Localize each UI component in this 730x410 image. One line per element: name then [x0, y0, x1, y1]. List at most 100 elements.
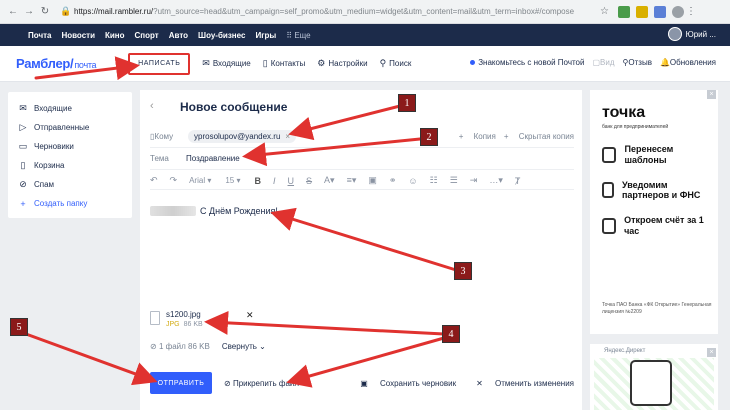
redo-icon[interactable]: ↷	[170, 175, 178, 186]
view-toggle[interactable]: ▢ Вид	[592, 58, 614, 67]
inbox-link[interactable]: ✉ Входящие	[202, 58, 250, 69]
subject-row: Тема Поздравление	[150, 148, 574, 170]
remove-recipient-icon[interactable]: ×	[285, 132, 290, 141]
view-icon: ▢	[592, 58, 601, 67]
sidebar-item-trash[interactable]: ▯ Корзина	[18, 156, 132, 175]
message-body[interactable]: С Днём Рождения!	[150, 206, 278, 216]
star-icon[interactable]: ☆	[600, 6, 612, 18]
remove-file-icon[interactable]: ✕	[246, 310, 254, 321]
inbox-icon: ✉	[19, 103, 27, 113]
compose-button[interactable]: НАПИСАТЬ	[128, 52, 191, 75]
ad-feature: Откроем счёт за 1 час	[602, 215, 706, 237]
image-icon[interactable]: ▣	[368, 175, 377, 186]
underline-icon[interactable]: U	[288, 176, 295, 186]
reload-icon[interactable]: ↻	[38, 5, 52, 19]
back-icon[interactable]: ‹	[150, 100, 154, 112]
back-arrow-icon[interactable]: ←	[6, 5, 20, 19]
file-name[interactable]: s1200.jpg	[166, 310, 203, 319]
to-label-text: Кому	[154, 132, 174, 141]
extension-icon-2[interactable]	[636, 5, 648, 18]
nav-item[interactable]: Игры	[255, 31, 276, 40]
compose-panel: ‹ Новое сообщение ▯ Кому yprosolupov@yan…	[140, 90, 582, 410]
to-label[interactable]: ▯ Кому	[150, 132, 188, 141]
collapse-button[interactable]: Свернуть ⌄	[222, 342, 266, 351]
cc-link[interactable]: + Копия	[459, 132, 496, 141]
ad-close-icon[interactable]: ×	[707, 348, 716, 357]
new-mail-link[interactable]: Знакомьтесь с новой Почтой	[470, 58, 584, 67]
address-bar[interactable]: https://mail.rambler.ru/?utm_source=head…	[74, 7, 594, 16]
nav-item[interactable]: Новости	[61, 31, 95, 40]
recipient-chip[interactable]: yprosolupov@yandex.ru ×	[188, 130, 297, 143]
settings-link[interactable]: ⚙ Настройки	[317, 58, 367, 69]
updates-label: Обновления	[669, 58, 716, 67]
ad-close-icon[interactable]: ×	[707, 90, 716, 99]
sidebar-item-sent[interactable]: ▷ Отправленные	[18, 118, 132, 137]
nav-item[interactable]: Авто	[169, 31, 188, 40]
nav-item[interactable]: Шоу-бизнес	[198, 31, 245, 40]
updates-link[interactable]: 🔔 Обновления	[660, 58, 716, 67]
attach-label: Прикрепить файл	[232, 378, 300, 388]
rambler-logo[interactable]: Рамблер/почта	[16, 56, 97, 71]
sidebar-item-inbox[interactable]: ✉ Входящие	[18, 99, 132, 118]
save-draft-button[interactable]: ▣ Сохранить черновик	[350, 379, 456, 388]
create-folder-button[interactable]: + Создать папку	[18, 194, 132, 213]
undo-icon[interactable]: ↶	[150, 175, 158, 186]
ad-feature-text: Уведомим партнеров и ФНС	[621, 179, 701, 201]
text-color-icon[interactable]: A▾	[324, 175, 335, 186]
clear-format-icon[interactable]: Ⱦ	[515, 176, 521, 186]
paperclip-icon: ⊘	[224, 378, 233, 388]
nav-item[interactable]: Кино	[105, 31, 125, 40]
size-select[interactable]: 15 ▾	[225, 176, 240, 185]
contacts-link-label: Контакты	[270, 59, 306, 68]
link-icon[interactable]: ⚭	[389, 175, 397, 186]
more-icon[interactable]: …▾	[489, 175, 503, 186]
bcc-label: Скрытая копия	[518, 132, 574, 141]
menu-dots-icon[interactable]: ⋮	[684, 5, 698, 19]
list-bullet-icon[interactable]: ☰	[450, 175, 458, 186]
annotation-badge: 3	[454, 262, 472, 280]
copy-links: + Копия + Скрытая копия	[451, 132, 574, 141]
list-ordered-icon[interactable]: ☷	[430, 175, 438, 186]
strikethrough-icon[interactable]: S	[306, 176, 312, 186]
bcc-link[interactable]: + Скрытая копия	[504, 132, 574, 141]
forward-arrow-icon[interactable]: →	[22, 5, 36, 19]
font-select[interactable]: Arial ▾	[189, 176, 211, 185]
extension-icon-3[interactable]	[654, 5, 666, 18]
emoji-icon[interactable]: ☺	[408, 176, 417, 186]
sent-icon: ▷	[19, 122, 27, 132]
indent-icon[interactable]: ⇥	[470, 175, 478, 186]
attachment-item: s1200.jpg JPG 86 KB ✕	[150, 310, 254, 328]
inbox-link-label: Входящие	[212, 59, 251, 68]
page-title: Новое сообщение	[180, 100, 288, 114]
font-value: Arial	[189, 176, 206, 185]
feedback-link[interactable]: ⚲ Отзыв	[623, 58, 652, 67]
draft-actions: ▣ Сохранить черновик ✕ Отменить изменени…	[340, 379, 574, 388]
subject-input[interactable]: Поздравление	[186, 154, 240, 163]
search-link[interactable]: ⚲ Поиск	[380, 58, 412, 69]
contacts-icon: ▯	[262, 58, 268, 68]
sidebar-item-drafts[interactable]: ▭ Черновики	[18, 137, 132, 156]
nav-more[interactable]: ⠿ Еще	[286, 31, 310, 40]
ad-source-label: Яндекс.Директ	[604, 348, 646, 354]
send-button[interactable]: ОТПРАВИТЬ	[150, 372, 212, 394]
paperclip-icon: ⊘	[150, 342, 159, 351]
align-icon[interactable]: ≡▾	[347, 175, 357, 186]
browser-toolbar: ← → ↻ 🔒 https://mail.rambler.ru/?utm_sou…	[0, 0, 730, 24]
discard-button[interactable]: ✕ Отменить изменения	[466, 379, 574, 388]
italic-icon[interactable]: I	[273, 176, 276, 186]
cc-label: Копия	[473, 132, 496, 141]
ad-banner-2[interactable]: Яндекс.Директ ×	[590, 344, 718, 410]
arrow-5	[24, 332, 158, 386]
feedback-label: Отзыв	[628, 58, 652, 67]
profile-avatar-icon[interactable]	[672, 5, 684, 18]
format-toolbar: ↶ ↷ Arial ▾ 15 ▾ B I U S A▾ ≡▾ ▣ ⚭ ☺ ☷ ☰…	[150, 172, 574, 190]
user-menu[interactable]: Юрий ...	[667, 27, 716, 41]
contacts-link[interactable]: ▯ Контакты	[263, 58, 306, 69]
sidebar-item-spam[interactable]: ⊘ Спам	[18, 175, 132, 194]
attach-file-button[interactable]: ⊘ Прикрепить файл	[224, 379, 299, 388]
ad-banner[interactable]: × точка банк для предпринимателей Перене…	[590, 90, 718, 334]
nav-item[interactable]: Спорт	[135, 31, 159, 40]
extension-icon[interactable]	[618, 5, 630, 18]
bold-icon[interactable]: B	[255, 176, 262, 186]
nav-item[interactable]: Почта	[28, 31, 51, 40]
